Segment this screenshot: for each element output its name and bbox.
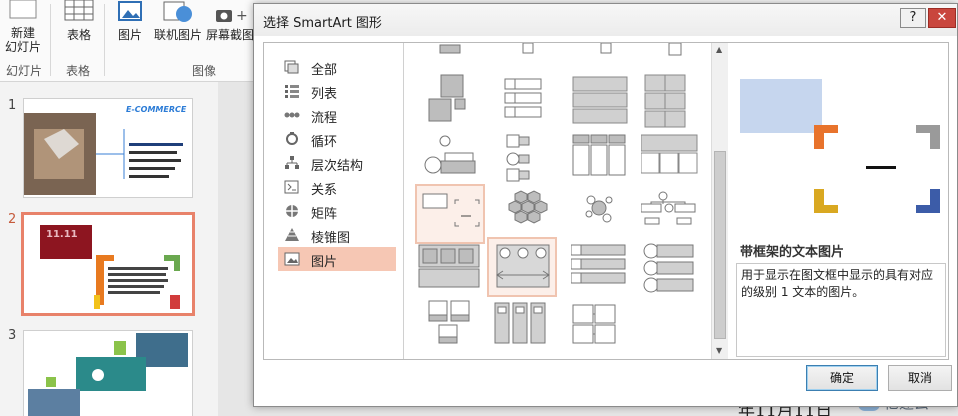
all-icon <box>284 60 299 74</box>
group-label-images: 图像 <box>192 64 217 78</box>
table-button[interactable]: 表格 <box>60 28 98 42</box>
category-list: 全部 列表 流程 循环 层次结构 关系 矩阵 棱锥图 图片 <box>264 43 404 359</box>
screenshot-button[interactable]: 屏幕截图 <box>206 28 258 42</box>
slide-number: 2 <box>8 212 17 227</box>
category-label: 关系 <box>311 183 338 198</box>
category-process[interactable]: 流程 <box>278 103 396 127</box>
category-all[interactable]: 全部 <box>278 55 396 79</box>
layout-thumbnail[interactable] <box>415 131 485 191</box>
new-slide-button[interactable]: 新建 幻灯片 <box>2 26 44 54</box>
layout-thumbnail[interactable] <box>641 186 711 246</box>
layout-thumbnail[interactable] <box>571 73 641 133</box>
category-label: 棱锥图 <box>311 231 351 246</box>
slide-1-title: E-COMMERCE <box>126 105 187 114</box>
relationship-icon <box>284 180 299 194</box>
ribbon-divider <box>50 4 51 76</box>
category-matrix[interactable]: 矩阵 <box>278 199 396 223</box>
ok-button[interactable]: 确定 <box>806 365 878 391</box>
layout-thumbnail[interactable] <box>641 241 711 301</box>
dialog-titlebar[interactable]: 选择 SmartArt 图形 ? ✕ <box>254 4 957 36</box>
slide-2-badge: 11.11 <box>46 229 78 240</box>
layout-thumbnail[interactable] <box>641 73 711 133</box>
cancel-button[interactable]: 取消 <box>888 365 952 391</box>
layout-thumbnail[interactable] <box>571 131 641 191</box>
layout-thumbnail[interactable] <box>493 73 563 133</box>
scrollbar-thumb[interactable] <box>714 151 726 339</box>
layout-thumbnail[interactable] <box>571 241 641 301</box>
category-label: 循环 <box>311 135 338 150</box>
scroll-up-arrow-icon[interactable]: ▲ <box>716 45 722 54</box>
layout-preview-image <box>740 79 940 213</box>
layout-thumbnail-selected[interactable] <box>415 184 485 244</box>
pyramid-icon <box>285 228 299 241</box>
svg-text:+: + <box>236 8 248 24</box>
category-picture[interactable]: 图片 <box>278 247 396 271</box>
category-cycle[interactable]: 循环 <box>278 127 396 151</box>
category-label: 全部 <box>311 63 338 78</box>
layout-thumbnail[interactable] <box>415 73 485 133</box>
online-picture-icon <box>163 1 192 22</box>
picture-icon <box>284 252 300 266</box>
category-label: 矩阵 <box>311 207 338 222</box>
layout-thumbnail[interactable] <box>571 186 641 246</box>
layout-thumbnail[interactable] <box>487 237 557 297</box>
smartart-dialog: 选择 SmartArt 图形 ? ✕ 全部 列表 流程 循环 层次结构 关系 矩… <box>253 3 958 407</box>
category-hierarchy[interactable]: 层次结构 <box>278 151 396 175</box>
preview-pane: 带框架的文本图片 用于显示在图文框中显示的具有对应的级别 1 文本的图片。 <box>728 43 948 359</box>
scroll-down-arrow-icon[interactable]: ▼ <box>716 346 722 355</box>
slide-thumbnail-2[interactable]: 11.11 <box>21 212 195 316</box>
screenshot-icon: + <box>216 8 248 24</box>
slide-thumbnail-3[interactable] <box>23 330 193 416</box>
group-label-slides: 幻灯片 <box>6 64 43 78</box>
new-slide-icon <box>9 0 37 19</box>
layout-thumbnail[interactable] <box>571 297 641 357</box>
cycle-icon <box>286 132 298 145</box>
slide-number: 1 <box>8 98 17 113</box>
slide-3-preview <box>28 333 188 416</box>
category-pyramid[interactable]: 棱锥图 <box>278 223 396 247</box>
category-label: 层次结构 <box>311 159 364 174</box>
slide-thumbnail-1[interactable]: E-COMMERCE <box>23 98 193 198</box>
online-picture-button[interactable]: 联机图片 <box>150 28 206 42</box>
process-icon <box>284 112 300 118</box>
preview-title: 带框架的文本图片 <box>740 245 845 260</box>
matrix-icon <box>286 205 298 217</box>
category-label: 流程 <box>311 111 338 126</box>
layout-thumbnail[interactable] <box>415 241 485 301</box>
layout-gallery <box>405 43 711 359</box>
table-icon <box>64 0 94 21</box>
screen: 新建 幻灯片 表格 图片 联机图片 + 屏幕截图 幻灯片 表格 图像 1 E-C… <box>0 0 958 416</box>
ribbon-divider <box>104 4 105 76</box>
layout-thumbnail[interactable] <box>493 297 563 357</box>
layout-thumbnail[interactable] <box>415 297 485 357</box>
help-button[interactable]: ? <box>900 8 926 28</box>
hierarchy-icon <box>285 156 299 169</box>
category-relationship[interactable]: 关系 <box>278 175 396 199</box>
preview-description: 用于显示在图文框中显示的具有对应的级别 1 文本的图片。 <box>736 263 946 357</box>
slide-thumbnail-panel: 1 E-COMMERCE 2 11.11 3 <box>0 82 218 416</box>
layout-thumbnail[interactable] <box>493 131 563 191</box>
dialog-body: 全部 列表 流程 循环 层次结构 关系 矩阵 棱锥图 图片 ▲ ▼ 带框架的文本… <box>263 42 949 360</box>
list-icon <box>285 85 299 98</box>
gallery-scrollbar[interactable]: ▲ ▼ <box>711 43 728 359</box>
dialog-title: 选择 SmartArt 图形 <box>263 16 382 31</box>
close-button[interactable]: ✕ <box>928 8 956 28</box>
picture-icon <box>118 1 142 21</box>
picture-button[interactable]: 图片 <box>114 28 146 42</box>
category-label: 图片 <box>311 255 338 270</box>
group-label-tables: 表格 <box>66 64 91 78</box>
slide-number: 3 <box>8 328 17 343</box>
layout-thumbnail[interactable] <box>641 131 711 191</box>
category-list-item[interactable]: 列表 <box>278 79 396 103</box>
category-label: 列表 <box>311 87 338 102</box>
